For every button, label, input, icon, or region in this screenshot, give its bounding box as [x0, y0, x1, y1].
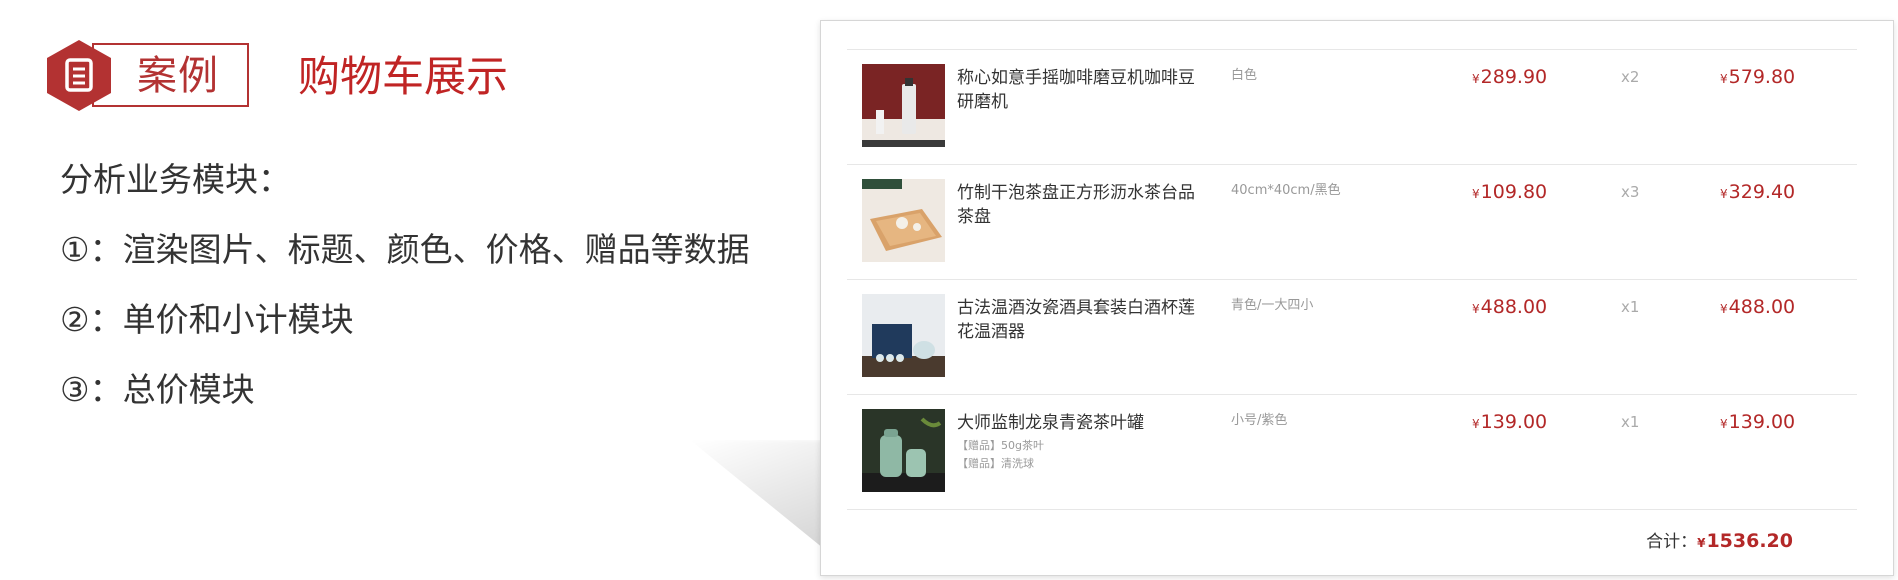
- currency-symbol: ¥: [1720, 72, 1728, 86]
- item-price: ¥289.90: [1472, 64, 1547, 92]
- currency-symbol: ¥: [1472, 187, 1480, 201]
- cart-item-row: 古法温酒汝瓷酒具套装白酒杯莲花温酒器 青色/一大四小 ¥488.00 x1 ¥4…: [847, 280, 1857, 395]
- item-subtotal: ¥139.00: [1720, 409, 1795, 437]
- item-subtotal: ¥329.40: [1720, 179, 1795, 207]
- product-image-tea-tray[interactable]: [862, 179, 945, 262]
- price-value: 139.00: [1480, 411, 1548, 433]
- currency-symbol: ¥: [1720, 187, 1728, 201]
- product-image-tea-canister[interactable]: [862, 409, 945, 492]
- currency-symbol: ¥: [1472, 72, 1480, 86]
- analysis-item: ③：总价模块: [60, 370, 255, 409]
- item-name[interactable]: 竹制干泡茶盘正方形沥水茶台品茶盘: [957, 181, 1207, 229]
- case-label: 案例: [137, 53, 219, 99]
- analysis-item: ②：单价和小计模块: [60, 300, 354, 339]
- analysis-heading: 分析业务模块：: [60, 160, 291, 199]
- item-subtotal: ¥579.80: [1720, 64, 1795, 92]
- item-name[interactable]: 大师监制龙泉青瓷茶叶罐: [957, 411, 1207, 435]
- currency-symbol: ¥: [1472, 417, 1480, 431]
- item-spec: 青色/一大四小: [1231, 298, 1314, 313]
- item-price: ¥488.00: [1472, 294, 1547, 322]
- item-price: ¥109.80: [1472, 179, 1547, 207]
- item-spec: 白色: [1231, 68, 1258, 83]
- document-icon: [47, 40, 111, 111]
- subtotal-value: 488.00: [1728, 296, 1796, 318]
- page-title: 购物车展示: [298, 52, 509, 101]
- subtotal-value: 579.80: [1728, 66, 1796, 88]
- cart-panel: 称心如意手摇咖啡磨豆机咖啡豆研磨机 白色 ¥289.90 x2 ¥579.80 …: [820, 20, 1894, 576]
- cart-item-row: 大师监制龙泉青瓷茶叶罐 【赠品】50g茶叶 【赠品】清洗球 小号/紫色 ¥139…: [847, 395, 1857, 510]
- gift-list: 【赠品】50g茶叶 【赠品】清洗球: [957, 437, 1044, 473]
- subtotal-value: 139.00: [1728, 411, 1796, 433]
- currency-symbol: ¥: [1720, 417, 1728, 431]
- item-qty: x1: [1621, 413, 1640, 431]
- item-subtotal: ¥488.00: [1720, 294, 1795, 322]
- total-label: 合计：: [1646, 532, 1698, 552]
- analysis-list: 分析业务模块： ①：渲染图片、标题、颜色、价格、赠品等数据 ②：单价和小计模块 …: [60, 158, 750, 412]
- currency-symbol: ¥: [1472, 302, 1480, 316]
- item-name[interactable]: 古法温酒汝瓷酒具套装白酒杯莲花温酒器: [957, 296, 1207, 344]
- currency-symbol: ¥: [1697, 536, 1706, 550]
- price-value: 289.90: [1480, 66, 1548, 88]
- currency-symbol: ¥: [1720, 302, 1728, 316]
- cart-item-row: 称心如意手摇咖啡磨豆机咖啡豆研磨机 白色 ¥289.90 x2 ¥579.80: [847, 50, 1857, 165]
- cart-total: 合计：¥1536.20: [1646, 528, 1793, 556]
- gift-item: 【赠品】清洗球: [957, 457, 1034, 470]
- item-name[interactable]: 称心如意手摇咖啡磨豆机咖啡豆研磨机: [957, 66, 1207, 114]
- cart-item-row: 竹制干泡茶盘正方形沥水茶台品茶盘 40cm*40cm/黑色 ¥109.80 x3…: [847, 165, 1857, 280]
- price-value: 488.00: [1480, 296, 1548, 318]
- total-amount: ¥1536.20: [1697, 530, 1793, 552]
- gift-item: 【赠品】50g茶叶: [957, 439, 1044, 452]
- price-value: 109.80: [1480, 181, 1548, 203]
- item-qty: x3: [1621, 183, 1640, 201]
- item-price: ¥139.00: [1472, 409, 1547, 437]
- item-spec: 小号/紫色: [1231, 413, 1288, 428]
- analysis-item: ①：渲染图片、标题、颜色、价格、赠品等数据: [60, 230, 750, 269]
- subtotal-value: 329.40: [1728, 181, 1796, 203]
- item-qty: x1: [1621, 298, 1640, 316]
- product-image-coffee-grinder[interactable]: [862, 64, 945, 147]
- total-value: 1536.20: [1706, 530, 1793, 552]
- product-image-wine-set[interactable]: [862, 294, 945, 377]
- item-qty: x2: [1621, 68, 1640, 86]
- item-spec: 40cm*40cm/黑色: [1231, 183, 1341, 198]
